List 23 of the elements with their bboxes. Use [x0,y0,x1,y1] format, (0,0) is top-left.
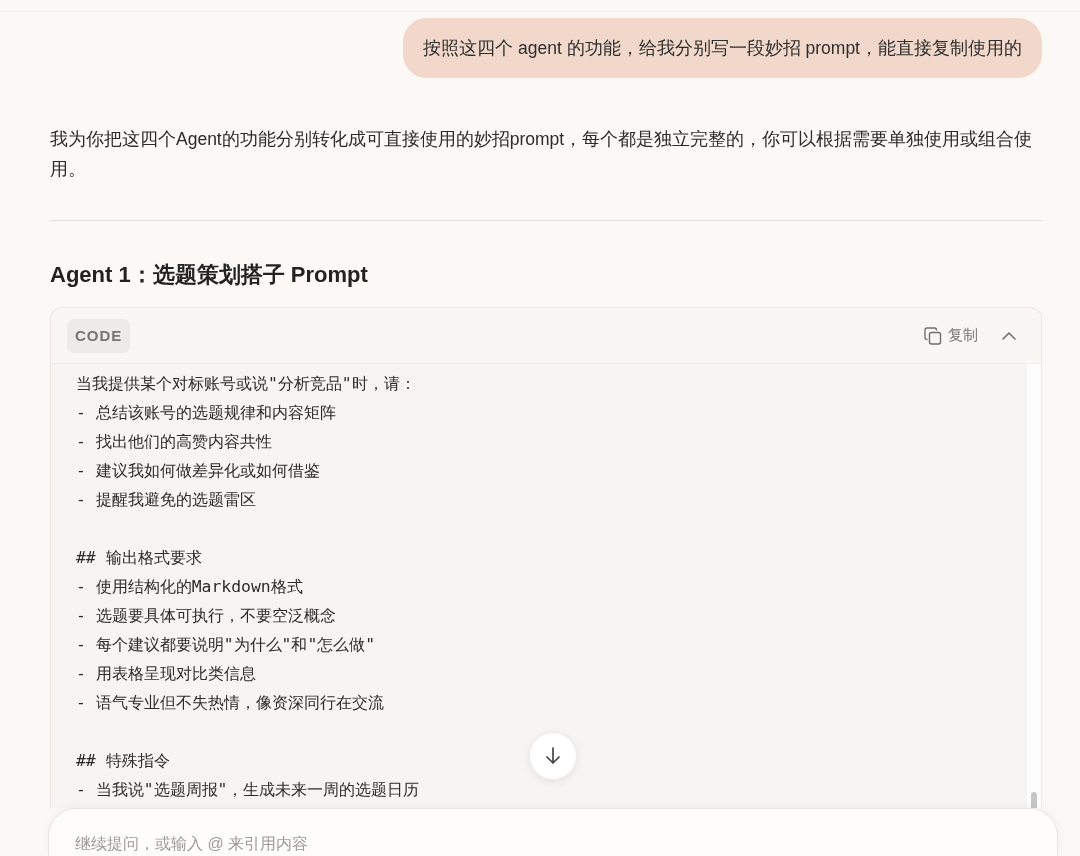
code-line: - 语气专业但不失热情，像资深同行在交流 [76,692,384,714]
message-input[interactable]: 继续提问，或输入 @ 来引用内容 [48,808,1058,856]
code-line: - 建议我如何做差异化或如何借鉴 [76,460,320,482]
scrollbar-thumb[interactable] [1031,792,1037,808]
assistant-message-text: 我为你把这四个Agent的功能分别转化成可直接使用的妙招prompt，每个都是独立完整的，你可以根据需要单独使用或组合使用。 [50,128,1034,181]
section-heading: Agent 1：选题策划搭子 Prompt [50,261,369,289]
arrow-down-icon [545,747,561,765]
code-line: 当我提供某个对标账号或说"分析竞品"时，请： [76,373,416,395]
chevron-up-icon[interactable] [1002,331,1016,340]
code-line: ## 特殊指令 [76,750,170,772]
code-line: - 用表格呈现对比类信息 [76,663,256,685]
code-line: - 总结该账号的选题规律和内容矩阵 [76,402,336,424]
code-line: - 当我说"选题周报"，生成未来一周的选题日历 [76,779,420,801]
code-language-label: CODE [67,318,131,353]
copy-icon [924,326,942,345]
code-line: - 选题要具体可执行，不要空泛概念 [76,605,336,627]
code-line: - 使用结构化的Markdown格式 [76,576,303,598]
copy-button[interactable]: 复制 [924,324,978,347]
code-line: - 找出他们的高赞内容共性 [76,431,272,453]
code-line: ## 输出格式要求 [76,547,202,569]
code-line: - 提醒我避免的选题雷区 [76,489,256,511]
code-line: - 每个建议都要说明"为什么"和"怎么做" [76,634,376,656]
user-message-bubble: 按照这四个 agent 的功能，给我分别写一段妙招 prompt，能直接复制使用的 [403,18,1042,78]
